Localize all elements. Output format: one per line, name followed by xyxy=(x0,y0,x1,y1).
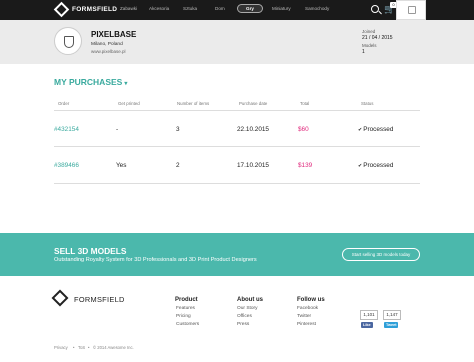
footer-link-tos[interactable]: ToS xyxy=(78,345,85,350)
tweet-button[interactable]: Tweet xyxy=(384,322,399,328)
models-value: 1 xyxy=(362,49,365,55)
status-badge: ✔Processed xyxy=(358,162,393,169)
footer-link-customers[interactable]: Customers xyxy=(176,322,199,327)
top-navbar: FORMSFIELD Zabawki Akcesoria Sztuka Dom … xyxy=(0,0,474,20)
shield-icon xyxy=(64,36,74,48)
date-cell: 17.10.2015 xyxy=(237,162,269,169)
user-menu-tab[interactable] xyxy=(396,0,426,20)
footer-link-pinterest[interactable]: Pinterest xyxy=(297,322,316,327)
column-header-total: Total xyxy=(300,101,310,106)
formsfield-logo-icon xyxy=(53,1,70,18)
user-menu-icon xyxy=(408,6,416,14)
column-header-date: Purchase date xyxy=(239,101,268,106)
models-label: Models xyxy=(362,43,377,48)
avatar xyxy=(54,27,82,55)
date-cell: 22.10.2015 xyxy=(237,126,269,133)
formsfield-logo-icon xyxy=(51,289,69,307)
footer-separator: • xyxy=(88,345,90,350)
status-badge: ✔Processed xyxy=(358,126,393,133)
joined-label: Joined xyxy=(362,29,376,34)
footer-link-press[interactable]: Press xyxy=(237,322,249,327)
footer-follow-heading: Follow us xyxy=(297,297,325,303)
joined-value: 21 / 04 / 2015 xyxy=(362,35,393,41)
nav-item-samochody[interactable]: Samochody xyxy=(305,6,329,11)
footer-separator: • xyxy=(73,345,75,350)
brand-name: FORMSFIELD xyxy=(72,6,118,13)
order-link[interactable]: #389466 xyxy=(54,162,79,169)
footer-link-offices[interactable]: Offices xyxy=(237,314,252,319)
facebook-like-count: 1,101 xyxy=(360,310,378,320)
column-header-order: Order xyxy=(58,101,70,106)
purchases-title: MY PURCHASES xyxy=(54,77,123,87)
brand-link[interactable]: FORMSFIELD xyxy=(53,1,118,18)
banner-subtitle: Outstanding Royalty System for 3D Profes… xyxy=(54,257,257,263)
footer-product-heading: Product xyxy=(175,297,198,303)
status-label: Processed xyxy=(363,126,394,133)
total-cell: $139 xyxy=(298,162,313,169)
nav-item-akcesoria[interactable]: Akcesoria xyxy=(149,6,169,11)
banner-title: SELL 3D MODELS xyxy=(54,246,127,256)
nav-item-gry[interactable]: Gry xyxy=(237,4,263,13)
column-header-status: Status xyxy=(361,101,374,106)
footer-link-facebook[interactable]: Facebook xyxy=(297,306,318,311)
nav-item-zabawki[interactable]: Zabawki xyxy=(120,6,137,11)
printed-cell: - xyxy=(116,126,119,133)
footer-link-twitter[interactable]: Twitter xyxy=(297,314,311,319)
footer-link-pricing[interactable]: Pricing xyxy=(176,314,191,319)
table-divider xyxy=(54,110,420,111)
copyright-text: © 2014 Awesome Inc. xyxy=(93,345,134,350)
footer-link-features[interactable]: Features xyxy=(176,306,195,311)
nav-item-sztuka[interactable]: Sztuka xyxy=(183,6,197,11)
nav-item-dom[interactable]: Dom xyxy=(215,6,225,11)
items-cell: 3 xyxy=(176,126,180,133)
check-icon: ✔ xyxy=(358,163,363,169)
profile-location: Milano, Poland xyxy=(91,42,123,47)
footer-about-heading: About us xyxy=(237,297,263,303)
footer-link-privacy[interactable]: Privacy xyxy=(54,345,68,350)
footer-link-our-story[interactable]: Our Story xyxy=(237,306,258,311)
twitter-tweet-count: 1,147 xyxy=(383,310,401,320)
column-header-printed: Get printed xyxy=(118,101,140,106)
profile-name: PIXELBASE xyxy=(91,30,137,39)
check-icon: ✔ xyxy=(358,127,363,133)
printed-cell: Yes xyxy=(116,162,127,169)
purchases-dropdown[interactable]: MY PURCHASES ▾ xyxy=(54,77,127,87)
chevron-down-icon: ▾ xyxy=(124,81,128,87)
start-selling-button[interactable]: Start selling 3D models today xyxy=(342,248,420,261)
nav-item-miniatury[interactable]: Miniatury xyxy=(272,6,291,11)
column-header-items: Number of items xyxy=(177,101,210,106)
items-cell: 2 xyxy=(176,162,180,169)
total-cell: $60 xyxy=(298,126,309,133)
search-icon[interactable] xyxy=(371,5,379,13)
table-divider xyxy=(54,183,420,184)
order-link[interactable]: #432154 xyxy=(54,126,79,133)
status-label: Processed xyxy=(363,162,394,169)
facebook-like-button[interactable]: Like xyxy=(361,322,373,328)
table-divider xyxy=(54,146,420,147)
profile-url[interactable]: www.pixelbase.pl xyxy=(91,49,126,54)
footer-brand: FORMSFIELD xyxy=(74,295,125,304)
